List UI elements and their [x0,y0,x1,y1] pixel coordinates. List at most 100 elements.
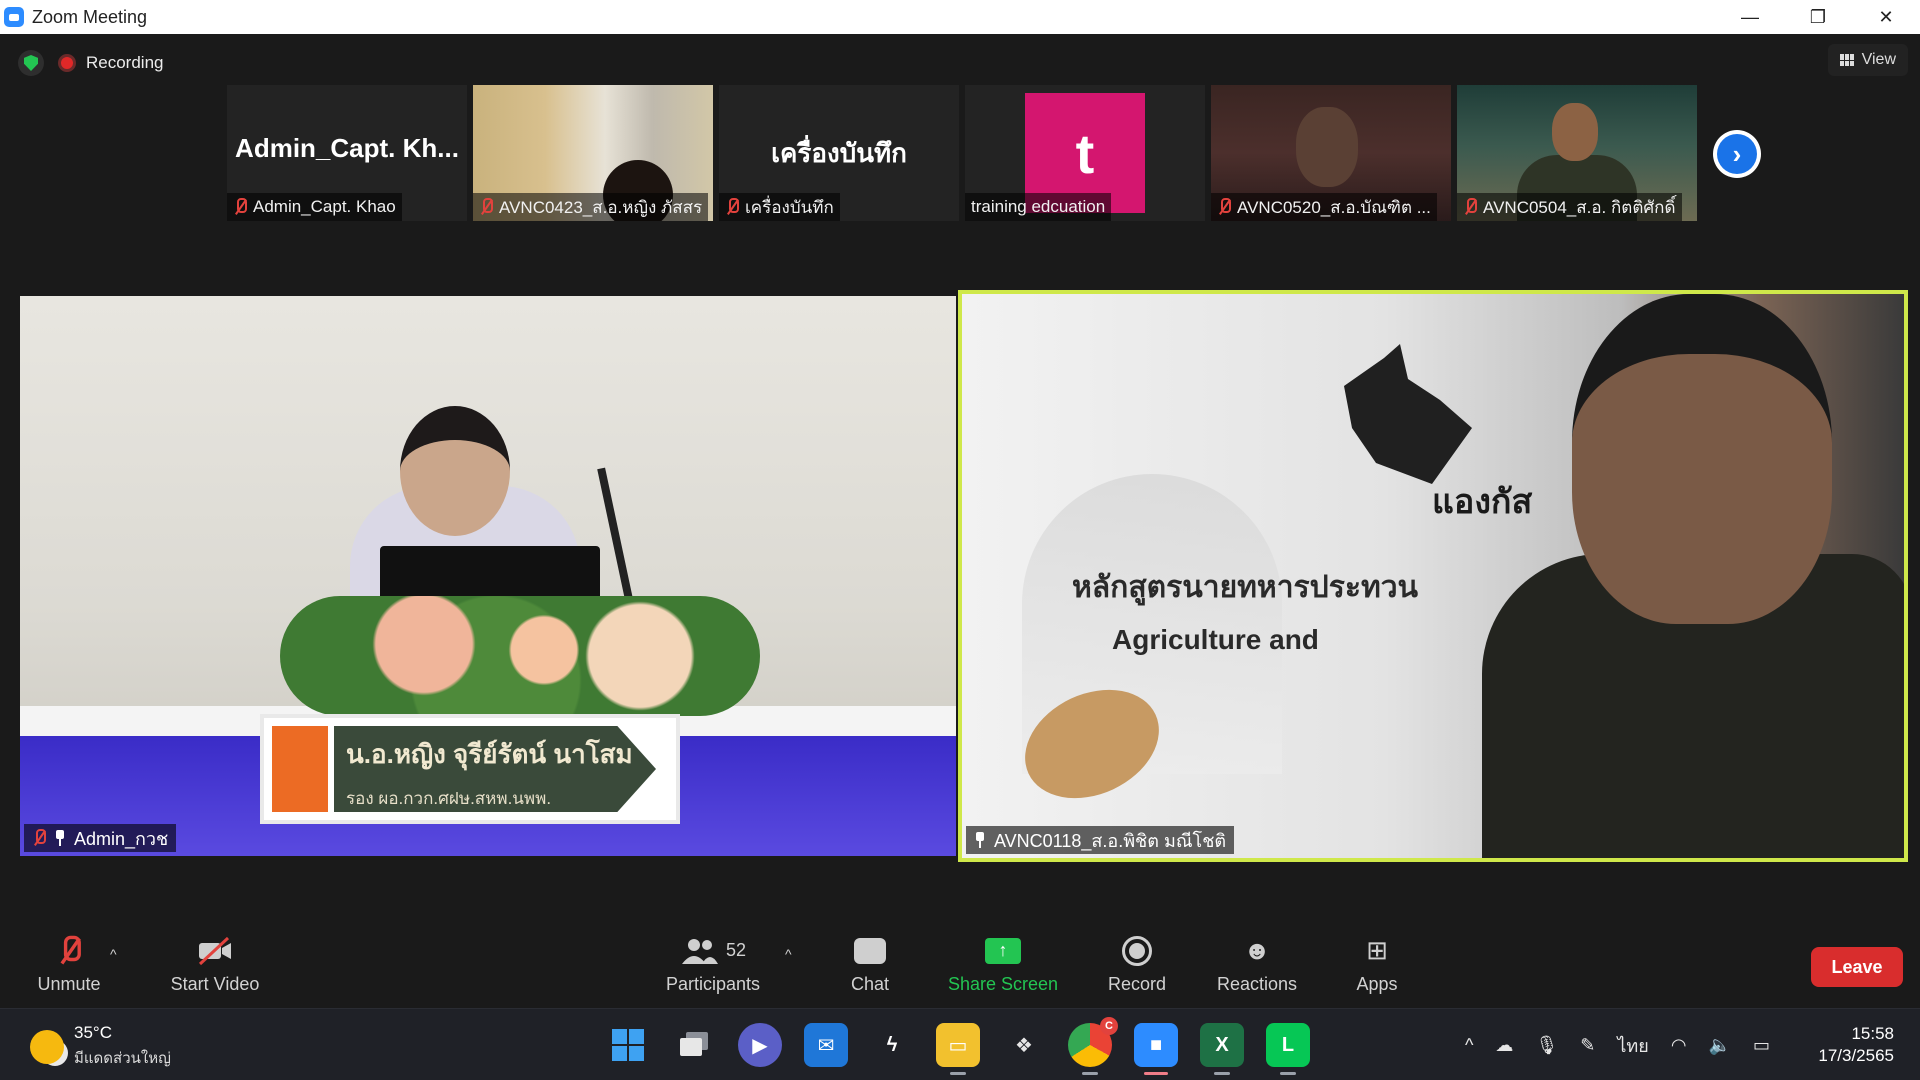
mic-muted-icon [479,198,493,216]
apps-button[interactable]: ⊞ Apps [1350,920,1404,1008]
share-screen-icon: ↑ [985,934,1021,968]
participant-label: training edcuation [965,193,1112,221]
participant-name: AVNC0423_ส.อ.หญิง ภัสสร [499,197,703,217]
participant-name: AVNC0520_ส.อ.บัณฑิต ... [1237,197,1431,217]
window-controls: — ❐ ✕ [1716,0,1920,34]
main-video-left[interactable]: น.อ.หญิง จุรีย์รัตน์ นาโสม รอง ผอ.กวก.ศฝ… [20,296,956,856]
video-participant-name: Admin_กวช [74,828,169,849]
volume-icon[interactable]: 🔈 [1709,1035,1731,1056]
participant-name: เครื่องบันทึก [745,197,834,217]
participant-label: AVNC0504_ส.อ. กิตติศักดิ์ [1457,193,1682,221]
battery-icon[interactable]: ▭ [1753,1035,1770,1056]
apps-icon: ⊞ [1366,935,1388,965]
speaker-head [1572,294,1832,624]
flower-arrangement [280,596,760,716]
participant-thumbnail[interactable]: AVNC0504_ส.อ. กิตติศักดิ์ [1457,85,1697,221]
chrome-icon[interactable]: C [1068,1017,1118,1075]
teams-chat-icon[interactable]: ▶ [738,1023,782,1067]
participant-thumbnail[interactable]: AVNC0423_ส.อ.หญิง ภัสสร [473,85,713,221]
mail-icon[interactable]: ✉ [804,1023,848,1067]
leave-button[interactable]: Leave [1811,947,1903,987]
weather-condition: มีแดดส่วนใหญ่ [74,1050,171,1067]
recording-indicator[interactable]: Recording [58,50,164,76]
participant-name-large: Admin_Capt. Kh... [235,133,459,163]
input-language[interactable]: ไทย [1617,1031,1648,1060]
clock-date: 17/3/2565 [1818,1046,1894,1065]
mic-muted-icon [62,934,81,968]
start-video-label: Start Video [170,973,260,994]
close-button[interactable]: ✕ [1852,0,1920,34]
mic-muted-icon [725,198,739,216]
unmute-button[interactable]: Unmute [30,920,108,1008]
wifi-icon[interactable]: ◠ [1671,1035,1687,1056]
system-tray: ^ ☁ 🎙 ✎ ไทย ◠ 🔈 ▭ [1465,1031,1770,1060]
share-screen-button[interactable]: ↑ Share Screen [948,920,1058,1008]
participant-thumbnail[interactable]: AVNC0520_ส.อ.บัณฑิต ... [1211,85,1451,221]
participants-count: 52 [725,940,747,960]
record-label: Record [1107,973,1167,994]
chat-label: Chat [850,973,890,994]
excel-icon[interactable]: X [1200,1023,1244,1075]
show-hidden-icons-chevron-icon[interactable]: ^ [1465,1035,1473,1056]
thumbnail-strip: Admin_Capt. Kh... Admin_Capt. Khao AVNC0… [227,85,1697,221]
taskbar-clock[interactable]: 15:58 17/3/2565 [1818,1023,1894,1067]
windows-start-icon[interactable] [606,1023,650,1067]
view-label: View [1861,51,1896,68]
pin-icon [974,832,986,848]
participants-icon: 52 [680,934,746,968]
record-icon [1122,934,1152,968]
participant-thumbnail[interactable]: Admin_Capt. Kh... Admin_Capt. Khao [227,85,467,221]
slide-title-text: หลักสูตรนายทหารประทวน [1072,571,1419,604]
start-video-button[interactable]: Start Video [160,920,270,1008]
mic-muted-icon [233,198,247,216]
participant-name: Admin_Capt. Khao [253,197,396,216]
chat-button[interactable]: Chat [840,920,900,1008]
participants-button[interactable]: 52 Participants [660,920,766,1008]
meeting-toolbar: Unmute ^ Start Video 52 Participants ^ C… [0,920,1920,1008]
next-page-button[interactable]: › [1713,130,1761,178]
participant-thumbnail[interactable]: เครื่องบันทึก เครื่องบันทึก [719,85,959,221]
record-button[interactable]: Record [1100,920,1174,1008]
encryption-shield-icon[interactable] [18,50,44,76]
file-explorer-icon[interactable]: ▭ [936,1023,980,1075]
participant-name-large: เครื่องบันทึก [771,138,907,168]
pen-icon[interactable]: ✎ [1580,1035,1595,1056]
mic-muted-icon [1217,198,1231,216]
line-app-icon[interactable]: L [1266,1023,1310,1075]
slide-logo-icon [1344,344,1472,484]
participant-label: เครื่องบันทึก [719,193,840,221]
mic-muted-icon [32,829,46,847]
restore-button[interactable]: ❐ [1784,0,1852,34]
microphone-icon[interactable]: 🎙 [1535,1035,1558,1056]
task-view-icon[interactable] [672,1023,716,1067]
participants-options-caret-icon[interactable]: ^ [785,946,792,962]
winamp-icon[interactable]: ϟ [870,1023,914,1067]
mic-muted-icon [1463,198,1477,216]
audio-options-caret-icon[interactable]: ^ [110,946,117,962]
slide-brand-text: แองกัส [1432,483,1533,521]
participant-video-face [1552,103,1598,161]
zoom-taskbar-icon[interactable]: ■ [1134,1023,1178,1075]
nameplate-position: รอง ผอ.กวก.ศฝษ.สหพ.นพพ. [346,789,552,808]
minimize-button[interactable]: — [1716,0,1784,34]
view-button[interactable]: View [1827,44,1908,76]
reactions-button[interactable]: ☻ Reactions [1214,920,1300,1008]
chevron-right-icon: › [1717,134,1757,174]
participant-name: training edcuation [971,197,1106,216]
participant-thumbnail[interactable]: t training edcuation [965,85,1205,221]
apps-label: Apps [1356,973,1398,994]
share-screen-label: Share Screen [947,973,1059,994]
weather-widget[interactable]: 35°C มีแดดส่วนใหญ่ [30,1023,171,1070]
unmute-label: Unmute [37,973,101,994]
nameplate-stripe [272,726,328,812]
nameplate-name: น.อ.หญิง จุรีย์รัตน์ นาโสม [346,739,633,769]
participant-label: Admin_Capt. Khao [227,193,402,221]
clock-time: 15:58 [1851,1024,1894,1043]
onedrive-cloud-icon[interactable]: ☁ [1495,1035,1513,1056]
grid-view-icon [1839,54,1854,66]
dropbox-icon[interactable]: ❖ [1002,1023,1046,1067]
main-video-right[interactable]: แองกัส หลักสูตรนายทหารประทวน Agriculture… [958,290,1908,862]
recording-label: Recording [86,53,164,72]
taskbar-apps: ▶ ✉ ϟ ▭ ❖ C ■ X L [606,1017,1310,1075]
chrome-profile-badge: C [1100,1017,1118,1035]
